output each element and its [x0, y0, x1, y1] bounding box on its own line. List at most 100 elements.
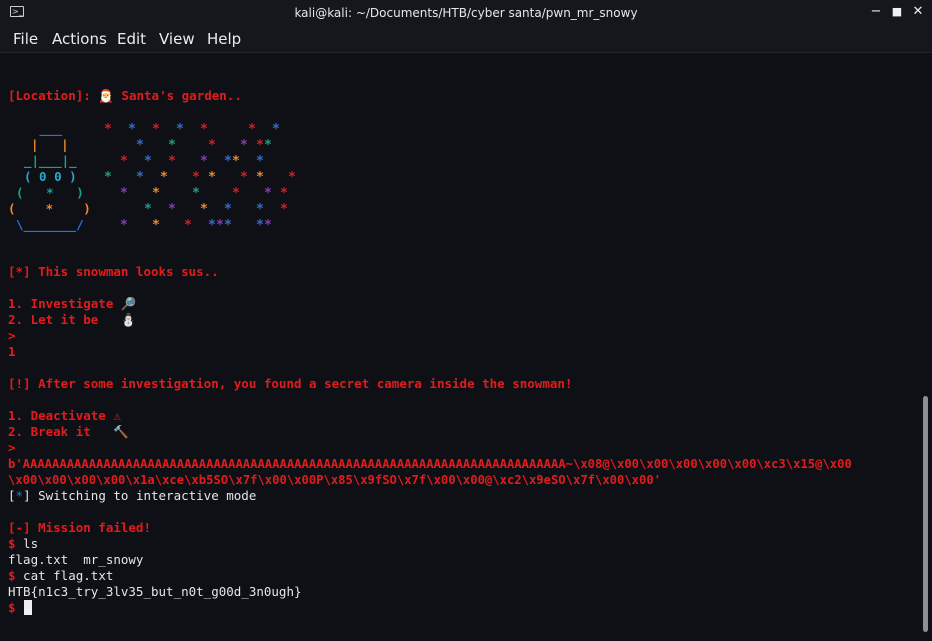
star-icon: * [224, 154, 232, 169]
ls-output: flag.txt mr_snowy [8, 552, 144, 567]
snowman-icon: ⛄ [120, 312, 137, 327]
star-icon: * [128, 122, 136, 137]
star-icon: * [232, 186, 240, 201]
magnifier-icon: 🔎 [120, 296, 137, 311]
star-icon: * [264, 186, 272, 201]
input-prompt: > [8, 328, 16, 343]
menu-view[interactable]: View [159, 30, 195, 48]
menu-edit[interactable]: Edit [117, 30, 146, 48]
window-title: kali@kali: ~/Documents/HTB/cyber santa/p… [294, 6, 638, 20]
option-deactivate-label: 1. Deactivate [8, 408, 106, 423]
minimize-icon[interactable]: − [868, 4, 884, 20]
star-icon: * [120, 154, 128, 169]
snowman-hat-brim: _|___|_ [24, 153, 77, 168]
user-input: 1 [8, 344, 16, 359]
star-icon: * [272, 122, 280, 137]
sus-prefix: [*] [8, 264, 31, 279]
location-value: Santa's garden.. [121, 88, 242, 103]
text-cursor [24, 600, 32, 615]
shell-prompt: $ [8, 536, 16, 551]
star-icon: * [144, 154, 152, 169]
star-icon: * [168, 154, 176, 169]
snowman-hat-top: ___ [32, 121, 63, 136]
final-shell-prompt: $ [8, 600, 16, 615]
shell-prompt: $ [8, 568, 16, 583]
menu-bar: File Actions Edit View Help [0, 26, 932, 53]
option-let-it-be-label: 2. Let it be [8, 312, 99, 327]
santa-icon: 🎅 [98, 88, 114, 103]
star-icon: * [256, 138, 264, 153]
star-icon: * [104, 170, 112, 185]
star-icon: * [224, 218, 232, 233]
interactive-mode-text: Switching to interactive mode [30, 488, 257, 503]
menu-help[interactable]: Help [207, 30, 241, 48]
sus-line: [*] This snowman looks sus.. [8, 264, 219, 280]
star-icon: * [168, 202, 176, 217]
menu-file[interactable]: File [13, 30, 38, 48]
star-icon: * [120, 186, 128, 201]
snowman-base: \_______/ [16, 217, 84, 232]
flag-output: HTB{n1c3_try_3lv35_but_n0t_g00d_3n0ugh} [8, 584, 302, 599]
input-prompt-2: > [8, 440, 16, 455]
snowman-face: ( 0 0 ) [24, 169, 77, 184]
hammer-icon: 🔨 [113, 424, 129, 439]
star-icon: * [288, 170, 296, 185]
scrollbar[interactable] [923, 396, 928, 632]
interactive-mode-line: [*] Switching to interactive mode [8, 488, 256, 504]
star-icon: * [168, 138, 176, 153]
star-icon: * [264, 138, 272, 153]
menu-actions[interactable]: Actions [52, 30, 107, 48]
cat-command-line: $ cat flag.txt [8, 568, 113, 584]
location-label: [Location]: [8, 88, 91, 103]
star-icon: * [152, 218, 160, 233]
star-icon: * [256, 218, 264, 233]
star-icon: * [232, 154, 240, 169]
star-icon: * [240, 170, 248, 185]
bracket-close: ] [23, 488, 31, 503]
star-icon: * [216, 218, 224, 233]
mission-failed-line: [-] Mission failed! [8, 520, 151, 535]
star-icon: * [240, 138, 248, 153]
menu-option-deactivate: 1. Deactivate ⚠ [8, 408, 121, 424]
star-icon: * [256, 170, 264, 185]
star-icon: * [152, 186, 160, 201]
payload-line-1: b'AAAAAAAAAAAAAAAAAAAAAAAAAAAAAAAAAAAAAA… [8, 457, 852, 471]
bracket-open: [ [8, 488, 16, 503]
option-investigate-label: 1. Investigate [8, 296, 114, 311]
warning-icon: ⚠ [113, 408, 121, 423]
title-bar: >_ kali@kali: ~/Documents/HTB/cyber sant… [0, 0, 932, 26]
location-line: [Location]: 🎅 Santa's garden.. [8, 88, 242, 104]
found-camera-line: [!] After some investigation, you found … [8, 376, 573, 391]
star-icon: * [200, 154, 208, 169]
star-icon: * [200, 122, 208, 137]
ls-command: ls [15, 536, 39, 551]
maximize-icon[interactable]: ■ [889, 4, 905, 20]
star-icon: * [208, 218, 216, 233]
sus-text: This snowman looks sus.. [38, 264, 219, 279]
star-icon: * [248, 122, 256, 137]
star-icon: * [152, 122, 160, 137]
payload-line-2: \x00\x00\x00\x00\x1a\xce\xb5SO\x7f\x00\x… [8, 473, 662, 487]
menu-option-let-it-be: 2. Let it be ⛄ [8, 312, 136, 328]
star-icon: * [192, 186, 200, 201]
star-icon: * [200, 202, 208, 217]
terminal-output[interactable]: [Location]: 🎅 Santa's garden.. ___ | | _… [0, 53, 932, 641]
star-icon: * [120, 218, 128, 233]
snowman-body-upper: ( * ) [16, 185, 84, 200]
star-icon: * [184, 218, 192, 233]
star-icon: * [256, 202, 264, 217]
star-icon: * [104, 122, 112, 137]
star-icon: * [160, 170, 168, 185]
menu-option-investigate: 1. Investigate 🔎 [8, 296, 136, 312]
star-icon: * [280, 186, 288, 201]
snowman-hat-mid: | | [31, 137, 69, 152]
option-break-label: 2. Break it [8, 424, 91, 439]
close-icon[interactable]: ✕ [910, 4, 926, 20]
cat-command: cat flag.txt [15, 568, 114, 583]
menu-option-break: 2. Break it 🔨 [8, 424, 129, 440]
star-icon: * [224, 202, 232, 217]
star-icon: * [176, 122, 184, 137]
ls-command-line: $ ls [8, 536, 38, 552]
snowman-body-lower: ( * ) [8, 201, 91, 216]
star-icon: * [208, 138, 216, 153]
